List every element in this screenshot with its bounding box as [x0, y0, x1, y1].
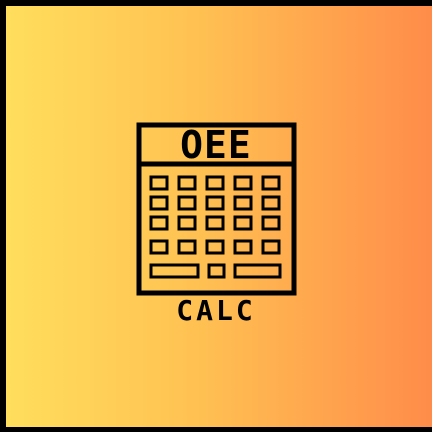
calculator-key	[207, 263, 226, 279]
calculator-wide-key	[149, 263, 200, 279]
caption-label: CALC	[176, 294, 255, 327]
calculator-key	[233, 239, 253, 255]
calculator-key	[177, 239, 197, 255]
calculator-key	[261, 215, 281, 231]
calculator-icon: OEE CALC	[136, 122, 297, 327]
calculator-key	[205, 175, 225, 191]
calculator-wide-key	[233, 263, 282, 279]
calculator-key	[149, 215, 169, 231]
calculator-key	[205, 215, 225, 231]
calculator-key	[177, 175, 197, 191]
display-label: OEE	[180, 123, 252, 167]
calculator-key	[205, 195, 225, 211]
calculator-key	[177, 215, 197, 231]
calculator-key	[233, 195, 253, 211]
calculator-key	[149, 195, 169, 211]
calculator-key	[233, 215, 253, 231]
calculator-key	[149, 239, 169, 255]
calculator-key	[233, 175, 253, 191]
calculator-key	[261, 175, 281, 191]
calculator-key	[261, 195, 281, 211]
keypad	[149, 175, 282, 279]
calculator-key	[261, 239, 281, 255]
app-icon: OEE CALC	[0, 0, 432, 432]
calculator-key	[205, 239, 225, 255]
calculator-key	[177, 195, 197, 211]
calculator-key	[149, 175, 169, 191]
